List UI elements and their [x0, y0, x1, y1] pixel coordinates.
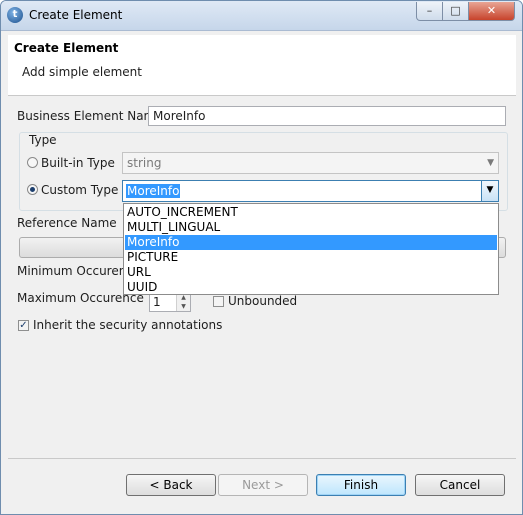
dropdown-option[interactable]: PICTURE	[125, 250, 497, 265]
min-occurence-label: Minimum Occurence	[17, 264, 141, 278]
dropdown-option[interactable]: MULTI_LINGUAL	[125, 220, 497, 235]
create-element-dialog: t Create Element – □ ✕ Create Element Ad…	[0, 0, 523, 515]
minimize-button[interactable]: –	[416, 2, 443, 21]
unbounded-label: Unbounded	[228, 294, 298, 308]
custom-type-label: Custom Type	[41, 183, 119, 197]
cancel-button[interactable]: Cancel	[415, 474, 505, 496]
app-logo-icon: t	[7, 7, 23, 23]
dropdown-option[interactable]: URL	[125, 265, 497, 280]
chevron-down-icon: ▼	[487, 158, 494, 168]
builtin-type-radio[interactable]	[27, 157, 38, 168]
back-button[interactable]: < Back	[126, 474, 216, 496]
max-occurence-value: 1	[153, 295, 161, 309]
close-button[interactable]: ✕	[468, 2, 515, 21]
footer-divider	[8, 458, 516, 459]
dropdown-option-selected[interactable]: MoreInfo	[125, 235, 497, 250]
maximize-button[interactable]: □	[442, 2, 469, 21]
dialog-header: Create Element Add simple element	[8, 35, 516, 96]
type-group-label: Type	[27, 133, 59, 147]
header-title: Create Element	[14, 41, 119, 55]
reference-name-label: Reference Name	[17, 216, 117, 230]
builtin-type-value: string	[127, 156, 162, 170]
title-bar: t Create Element – □ ✕	[1, 1, 522, 31]
window-title: Create Element	[29, 8, 123, 22]
header-subtitle: Add simple element	[22, 65, 142, 79]
custom-type-dropdown-list: AUTO_INCREMENT MULTI_LINGUAL MoreInfo PI…	[123, 203, 499, 295]
custom-type-select[interactable]: MoreInfo ▼	[122, 180, 499, 202]
chevron-down-icon[interactable]: ▼	[481, 181, 498, 201]
builtin-type-label: Built-in Type	[41, 156, 115, 170]
business-element-name-input[interactable]: MoreInfo	[148, 106, 506, 126]
next-button[interactable]: Next >	[218, 474, 308, 496]
dropdown-option[interactable]: UUID	[125, 280, 497, 295]
business-element-name-label: Business Element Name	[17, 109, 163, 123]
inherit-security-label: Inherit the security annotations	[33, 318, 223, 332]
builtin-type-select[interactable]: string ▼	[122, 152, 499, 174]
custom-type-value: MoreInfo	[126, 184, 181, 198]
max-occurence-spinner[interactable]: 1 ▲ ▼	[149, 292, 191, 312]
unbounded-checkbox[interactable]	[213, 296, 224, 307]
inherit-security-checkbox[interactable]: ✓	[18, 320, 29, 331]
spinner-down-icon[interactable]: ▼	[176, 302, 190, 311]
finish-button[interactable]: Finish	[316, 474, 406, 496]
custom-type-radio[interactable]	[27, 184, 38, 195]
dropdown-option[interactable]: AUTO_INCREMENT	[125, 205, 497, 220]
